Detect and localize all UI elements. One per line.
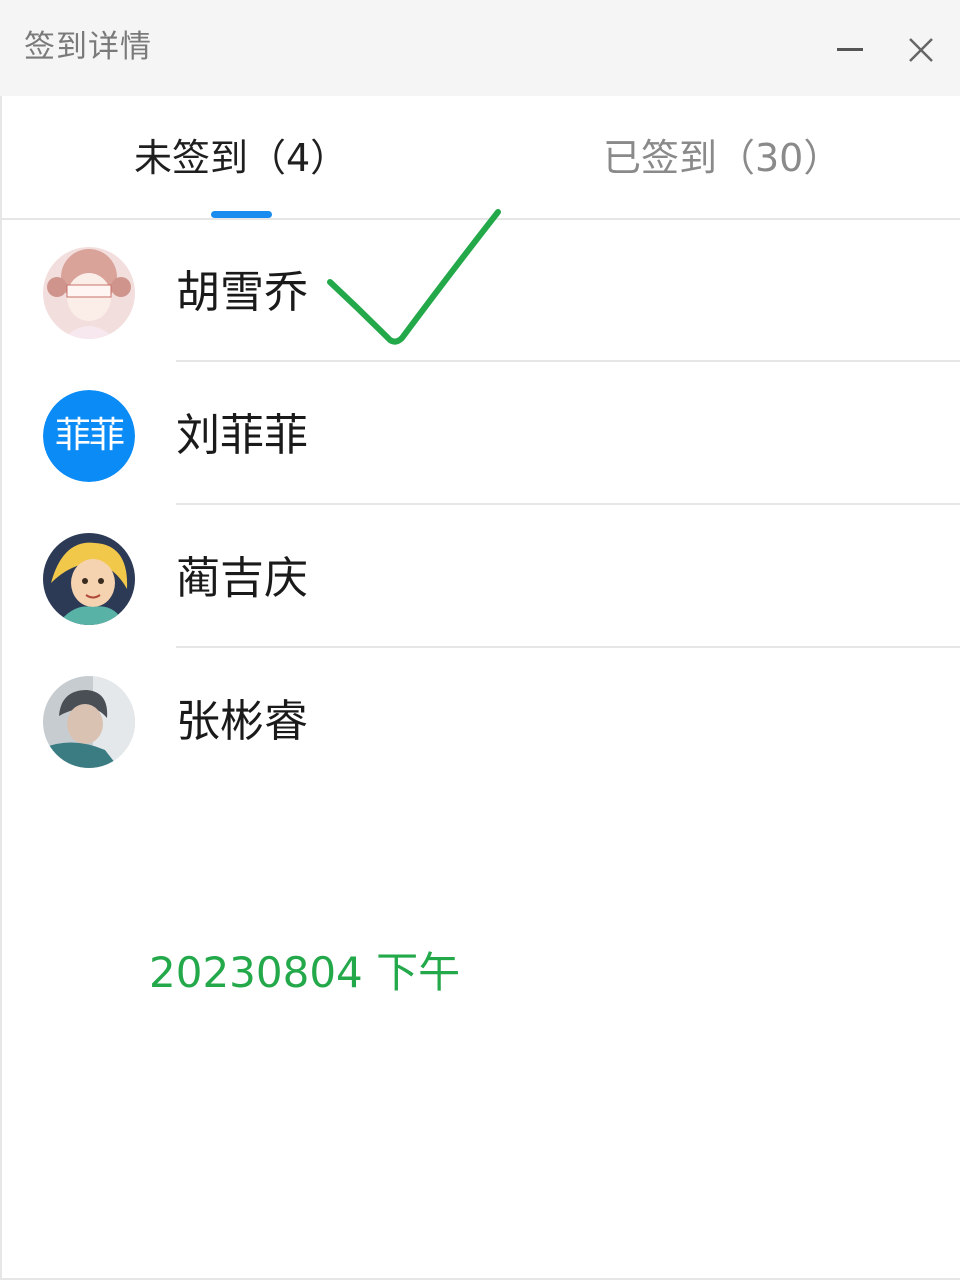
active-tab-indicator [211,211,272,218]
tab-signed-in[interactable]: 已签到（30） [603,132,841,184]
photo-avatar [43,676,135,768]
avatar-initials: 菲菲 [43,390,135,482]
member-name: 蔺吉庆 [176,553,308,604]
title-bar: 签到详情 [0,0,960,96]
minimize-icon[interactable] [836,28,864,68]
member-name: 张彬睿 [176,696,308,747]
member-name: 胡雪乔 [176,267,308,318]
cartoon-princess-avatar [43,533,135,625]
list-item[interactable]: 张彬睿 [0,648,960,791]
list-item[interactable]: 菲菲 刘菲菲 [0,362,960,505]
date-annotation: 20230804 下午 [149,948,461,997]
text-avatar: 菲菲 [43,390,135,482]
cartoon-girl-avatar [43,247,135,339]
list-item[interactable]: 蔺吉庆 [0,505,960,648]
list-item[interactable]: 胡雪乔 [0,219,960,362]
member-name: 刘菲菲 [176,410,308,461]
close-icon[interactable] [905,34,937,66]
tab-not-signed-in[interactable]: 未签到（4） [134,132,348,184]
window-title: 签到详情 [24,29,152,65]
tab-bar: 未签到（4） 已签到（30） [0,96,960,220]
